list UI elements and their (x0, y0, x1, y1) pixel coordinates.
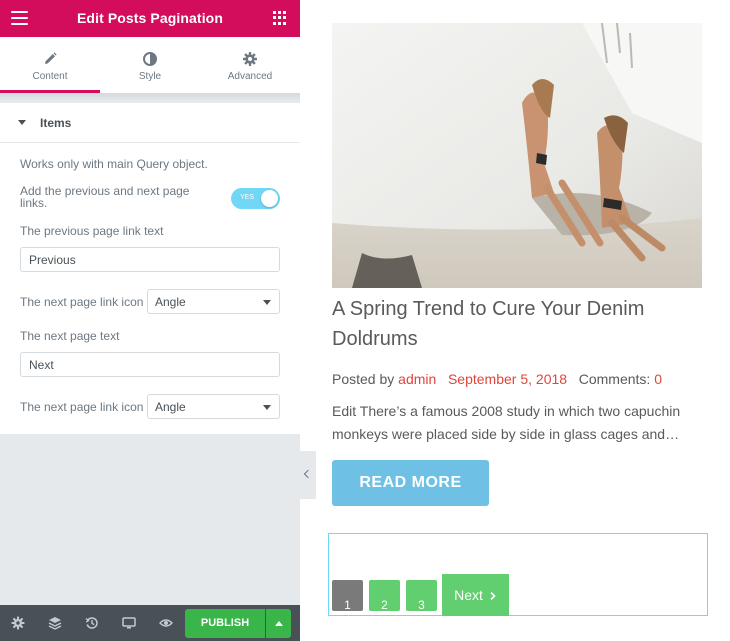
settings-icon[interactable] (11, 616, 25, 630)
layers-icon[interactable] (48, 616, 62, 630)
panel-header: Edit Posts Pagination (0, 0, 300, 37)
tabs-divider (0, 93, 300, 101)
prev-next-switch[interactable]: YES (231, 188, 280, 209)
collapse-panel-handle[interactable] (300, 451, 316, 499)
post-excerpt: Edit There’s a famous 2008 study in whic… (332, 403, 681, 442)
read-more-button[interactable]: READ MORE (332, 460, 489, 506)
half-circle-icon (143, 52, 157, 66)
prev-next-label-line-2: links. (20, 196, 48, 210)
chevron-down-icon (263, 405, 271, 410)
meta-date-link[interactable]: September 5, 2018 (448, 371, 567, 387)
post-meta: Posted by admin September 5, 2018 Commen… (332, 371, 662, 387)
section-items-label: Items (40, 116, 72, 130)
widgets-grid-icon[interactable] (273, 11, 287, 25)
tab-content-label: Content (32, 71, 68, 82)
panel-footer: PUBLISH (0, 605, 300, 641)
editor-panel: Edit Posts Pagination Content Style Adva… (0, 0, 300, 641)
meta-prefix: Posted by (332, 371, 395, 387)
meta-comments-label: Comments: (578, 371, 651, 387)
page-number-current: 1 (332, 580, 363, 611)
switch-knob (261, 190, 278, 207)
publish-button[interactable]: PUBLISH (185, 609, 265, 638)
responsive-icon[interactable] (122, 616, 136, 630)
post-title[interactable]: A Spring Trend to Cure Your Denim Doldru… (332, 294, 712, 354)
tab-advanced-label: Advanced (227, 71, 273, 82)
next-icon-select-1-value: Angle (155, 295, 186, 309)
tab-style[interactable]: Style (100, 37, 200, 93)
panel-tabs: Content Style Advanced (0, 37, 300, 93)
prev-text-input[interactable] (20, 247, 280, 272)
page-number-link[interactable]: 2 (369, 580, 400, 611)
next-text-input[interactable] (20, 352, 280, 377)
pencil-icon (45, 52, 57, 64)
tab-style-label: Style (138, 71, 162, 82)
tab-content[interactable]: Content (0, 37, 100, 93)
controls-area: Works only with main Query object. Add t… (0, 143, 300, 434)
next-icon-label-1: The next page link icon (20, 295, 144, 309)
next-icon-select-1[interactable]: Angle (147, 289, 280, 314)
history-icon[interactable] (85, 616, 99, 630)
section-items-header[interactable]: Items (0, 103, 300, 143)
query-notice: Works only with main Query object. (20, 157, 208, 171)
preview-eye-icon[interactable] (159, 616, 173, 630)
next-page-button[interactable]: Next (442, 574, 509, 616)
next-page-label: Next (454, 587, 483, 603)
gear-icon (243, 52, 257, 66)
next-icon-select-2-value: Angle (155, 400, 186, 414)
next-text-label: The next page text (20, 329, 120, 343)
prev-text-label: The previous page link text (20, 224, 164, 238)
post-featured-image[interactable] (332, 23, 702, 288)
angle-right-icon (490, 591, 496, 601)
switch-label: YES (240, 194, 255, 201)
meta-author-link[interactable]: admin (398, 371, 436, 387)
tab-advanced[interactable]: Advanced (200, 37, 300, 93)
chevron-down-icon (263, 300, 271, 305)
panel-title: Edit Posts Pagination (76, 10, 223, 26)
caret-down-icon (18, 120, 26, 125)
page-number-link[interactable]: 3 (406, 580, 437, 611)
next-icon-select-2[interactable]: Angle (147, 394, 280, 419)
post-photo (332, 23, 702, 288)
meta-comments-count[interactable]: 0 (654, 371, 662, 387)
prev-next-links-label: Add the previous and next page links. (20, 185, 189, 209)
next-icon-label-2: The next page link icon (20, 400, 144, 414)
publish-options-button[interactable] (266, 609, 291, 638)
